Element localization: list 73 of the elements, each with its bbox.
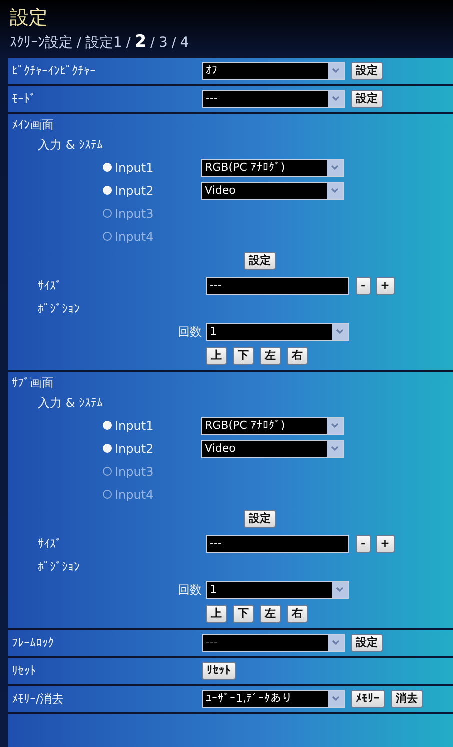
breadcrumb-link[interactable]: 設定1	[85, 32, 122, 54]
direction-button[interactable]: 左	[260, 605, 281, 623]
position-label: ﾎﾟｼﾞｼｮﾝ	[38, 560, 81, 574]
apply-button[interactable]: 設定	[351, 90, 383, 108]
radio-label: Input3	[115, 464, 155, 478]
direction-button[interactable]: 右	[287, 347, 308, 365]
breadcrumb-link[interactable]: 3	[158, 32, 168, 54]
radio-label: Input4	[115, 230, 155, 244]
memory-button[interactable]: ﾒﾓﾘｰ	[351, 690, 385, 708]
direction-button[interactable]: 下	[233, 347, 254, 365]
increase-button[interactable]: +	[376, 535, 395, 553]
chevron-down-icon	[328, 635, 344, 651]
radio-label: Input3	[115, 206, 155, 220]
radio-label: Input1	[115, 418, 155, 432]
breadcrumb-separator: /	[77, 36, 82, 51]
breadcrumb-separator: /	[126, 36, 131, 51]
count-label: 回数	[177, 582, 203, 598]
section-title: ﾒｲﾝ画面	[12, 116, 55, 134]
breadcrumb-link[interactable]: 4	[180, 32, 190, 54]
apply-button[interactable]: 設定	[244, 252, 276, 270]
chevron-down-icon	[327, 160, 343, 176]
chevron-down-icon	[327, 182, 343, 198]
chevron-down-icon	[328, 91, 344, 107]
radio-label: Input2	[115, 184, 155, 198]
decrease-button[interactable]: -	[356, 277, 371, 295]
apply-button[interactable]: 設定	[351, 62, 383, 80]
direction-button[interactable]: 下	[233, 605, 254, 623]
input-label: 入力 & ｼｽﾃﾑ	[38, 136, 104, 154]
chevron-down-icon	[327, 440, 343, 456]
size-field[interactable]: ---	[206, 277, 349, 295]
apply-button[interactable]: 設定	[244, 510, 276, 528]
dropdown[interactable]: 1	[206, 323, 349, 341]
direction-button[interactable]: 上	[206, 605, 227, 623]
size-field[interactable]: ---	[206, 535, 349, 553]
dropdown[interactable]: ﾕｰｻﾞｰ1,ﾃﾞｰﾀあり	[202, 690, 345, 708]
dropdown[interactable]: Video	[201, 440, 344, 458]
section-title: ｻﾌﾞ画面	[12, 374, 55, 392]
dropdown[interactable]: 1	[206, 581, 349, 599]
reset-button[interactable]: ﾘｾｯﾄ	[202, 662, 236, 680]
setting-label: ﾘｾｯﾄ	[12, 664, 37, 678]
dropdown[interactable]: ｵﾌ	[202, 62, 345, 80]
increase-button[interactable]: +	[376, 277, 395, 295]
chevron-down-icon	[332, 582, 348, 598]
radio-label: Input4	[115, 488, 155, 502]
position-label: ﾎﾟｼﾞｼｮﾝ	[38, 302, 81, 316]
dropdown[interactable]: Video	[201, 182, 344, 200]
size-label: ｻｲｽﾞ	[38, 537, 63, 551]
count-label: 回数	[177, 324, 203, 340]
direction-button[interactable]: 右	[287, 605, 308, 623]
radio-label: Input2	[115, 442, 155, 456]
dropdown[interactable]: RGB(PC ｱﾅﾛｸﾞ)	[201, 416, 344, 434]
input-label: 入力 & ｼｽﾃﾑ	[38, 394, 104, 412]
breadcrumb-link[interactable]: ｽｸﾘｰﾝ設定	[10, 32, 73, 54]
breadcrumb-link[interactable]: 2	[134, 31, 147, 53]
dropdown[interactable]: RGB(PC ｱﾅﾛｸﾞ)	[201, 158, 344, 176]
setting-label: ﾒﾓﾘｰ/消去	[12, 690, 66, 708]
dropdown[interactable]: ---	[202, 90, 345, 108]
chevron-down-icon	[327, 418, 343, 434]
chevron-down-icon	[328, 63, 344, 79]
setting-label: ﾓｰﾄﾞ	[12, 92, 37, 106]
page-title: 設定	[10, 6, 49, 30]
direction-button[interactable]: 上	[206, 347, 227, 365]
size-label: ｻｲｽﾞ	[38, 279, 63, 293]
chevron-down-icon	[332, 324, 348, 340]
decrease-button[interactable]: -	[356, 535, 371, 553]
direction-button[interactable]: 左	[260, 347, 281, 365]
delete-button[interactable]: 消去	[391, 690, 423, 708]
radio-label: Input1	[115, 160, 155, 174]
setting-label: ﾌﾚｰﾑﾛｯｸ	[12, 636, 55, 650]
setting-label: ﾋﾟｸﾁｬｰｲﾝﾋﾟｸﾁｬｰ	[12, 64, 97, 78]
breadcrumb-separator: /	[150, 36, 155, 51]
chevron-down-icon	[328, 691, 344, 707]
breadcrumb-separator: /	[172, 36, 176, 51]
